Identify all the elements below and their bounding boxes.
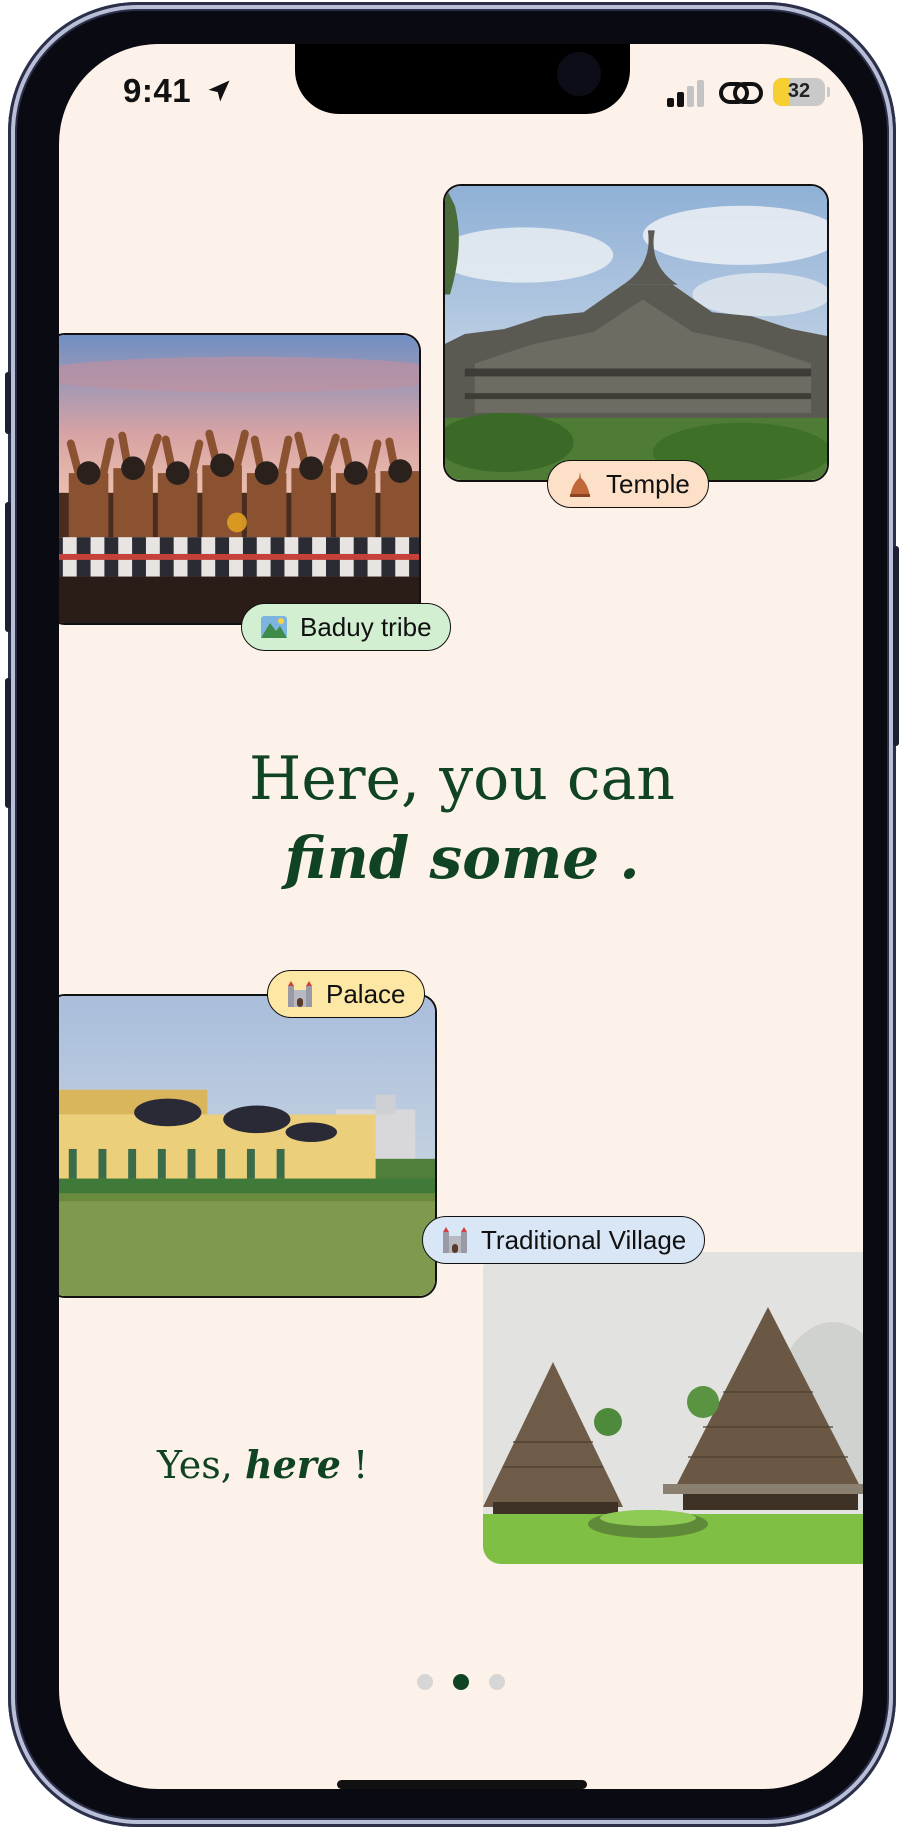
tagline-suffix: ! <box>340 1443 369 1487</box>
page-indicator[interactable] <box>59 1674 863 1690</box>
personal-hotspot-icon <box>719 82 763 104</box>
baduy-tribe-photo[interactable] <box>59 333 421 625</box>
traditional-village-label-text: Traditional Village <box>481 1224 687 1255</box>
baduy-tribe-image <box>59 335 419 623</box>
location-arrow-icon <box>208 80 230 102</box>
battery-level: 32 <box>787 80 811 102</box>
notch <box>295 44 630 114</box>
baduy-tribe-label-text: Baduy tribe <box>300 611 432 642</box>
palace-label-text: Palace <box>326 978 406 1009</box>
tagline-emphasis: here <box>244 1442 341 1487</box>
status-time: 9:41 <box>123 72 192 109</box>
traditional-village-photo[interactable] <box>483 1252 863 1564</box>
headline-line-2: find some . <box>284 824 640 892</box>
tagline-prefix: Yes, <box>157 1443 245 1487</box>
palace-image <box>59 996 435 1296</box>
power-button <box>893 546 899 746</box>
page-dot[interactable] <box>453 1674 469 1690</box>
castle-icon <box>443 1227 467 1253</box>
traditional-village-label[interactable]: Traditional Village <box>422 1216 706 1264</box>
temple-label-text: Temple <box>606 468 690 499</box>
palace-photo[interactable] <box>59 994 437 1298</box>
camera-icon <box>557 52 601 96</box>
volume-up-button <box>5 502 11 632</box>
palace-label[interactable]: Palace <box>267 970 425 1018</box>
battery-icon: 32 <box>773 78 825 106</box>
baduy-tribe-label[interactable]: Baduy tribe <box>241 603 451 651</box>
castle-icon <box>288 981 312 1007</box>
tagline: Yes, here ! <box>157 1442 368 1487</box>
battery-cap <box>827 87 830 97</box>
temple-label[interactable]: Temple <box>547 460 709 508</box>
temple-image <box>445 186 827 480</box>
screen: 9:41 32 Temple Baduy tribe Here, you can… <box>59 44 863 1789</box>
mute-switch <box>5 372 11 434</box>
phone-frame: 9:41 32 Temple Baduy tribe Here, you can… <box>5 2 899 1827</box>
landscape-photo-icon <box>261 616 287 638</box>
headline-line-1: Here, you can <box>249 744 675 814</box>
page-dot[interactable] <box>417 1674 433 1690</box>
page-dot[interactable] <box>489 1674 505 1690</box>
traditional-village-image <box>483 1252 863 1564</box>
stupa-icon <box>570 472 590 497</box>
temple-photo[interactable] <box>443 184 829 482</box>
home-indicator[interactable] <box>337 1780 587 1789</box>
volume-down-button <box>5 678 11 808</box>
cellular-signal-icon <box>667 80 704 107</box>
